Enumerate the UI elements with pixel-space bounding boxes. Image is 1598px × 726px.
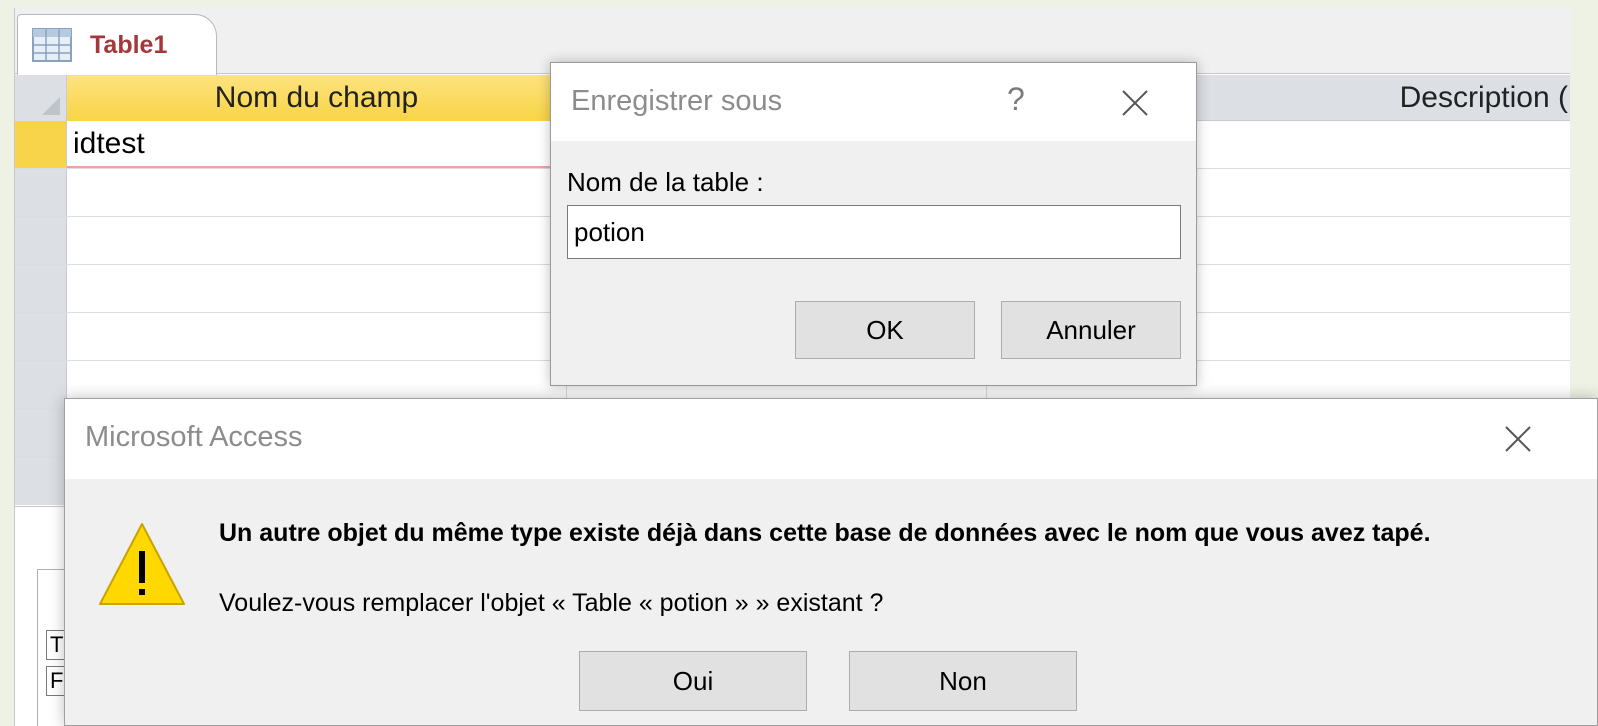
warning-icon [97, 521, 187, 607]
dialog-title-bar: Enregistrer sous ? [551, 63, 1196, 141]
column-header-field-name[interactable]: Nom du champ [67, 75, 567, 121]
row-selector[interactable] [15, 121, 67, 168]
dialog-title: Enregistrer sous [571, 85, 783, 117]
ok-button[interactable]: OK [795, 301, 975, 359]
row-selector[interactable] [15, 361, 67, 408]
access-warning-dialog: Microsoft Access Un autre objet du même … [64, 398, 1598, 726]
replace-question: Voulez-vous remplacer l'objet « Table « … [219, 589, 884, 617]
row-selector[interactable] [15, 313, 67, 360]
select-all-corner[interactable] [15, 75, 67, 121]
field-name-cell[interactable] [67, 313, 567, 360]
save-as-dialog: Enregistrer sous ? Nom de la table : OK … [550, 62, 1197, 386]
help-button[interactable]: ? [1007, 81, 1025, 118]
close-icon[interactable] [1121, 89, 1149, 117]
row-selector[interactable] [15, 169, 67, 216]
error-message: Un autre objet du même type existe déjà … [219, 519, 1431, 547]
table-icon [32, 28, 72, 62]
close-icon[interactable] [1504, 425, 1532, 453]
yes-button[interactable]: Oui [579, 651, 807, 711]
field-name-cell[interactable] [67, 169, 567, 216]
table-name-label: Nom de la table : [567, 167, 764, 197]
row-selector[interactable] [15, 217, 67, 264]
field-name-cell[interactable] [67, 265, 567, 312]
dialog-title: Microsoft Access [85, 421, 303, 453]
tab-table1[interactable]: Table1 [17, 14, 217, 75]
field-name-cell[interactable] [67, 217, 567, 264]
row-selector[interactable] [15, 457, 67, 504]
table-name-input[interactable] [567, 205, 1181, 259]
no-button[interactable]: Non [849, 651, 1077, 711]
tab-label: Table1 [90, 30, 168, 59]
dialog-title-bar: Microsoft Access [65, 399, 1597, 479]
cancel-button[interactable]: Annuler [1001, 301, 1181, 359]
field-name-cell[interactable]: idtest [67, 121, 567, 168]
row-selector[interactable] [15, 265, 67, 312]
row-selector[interactable] [15, 409, 67, 456]
